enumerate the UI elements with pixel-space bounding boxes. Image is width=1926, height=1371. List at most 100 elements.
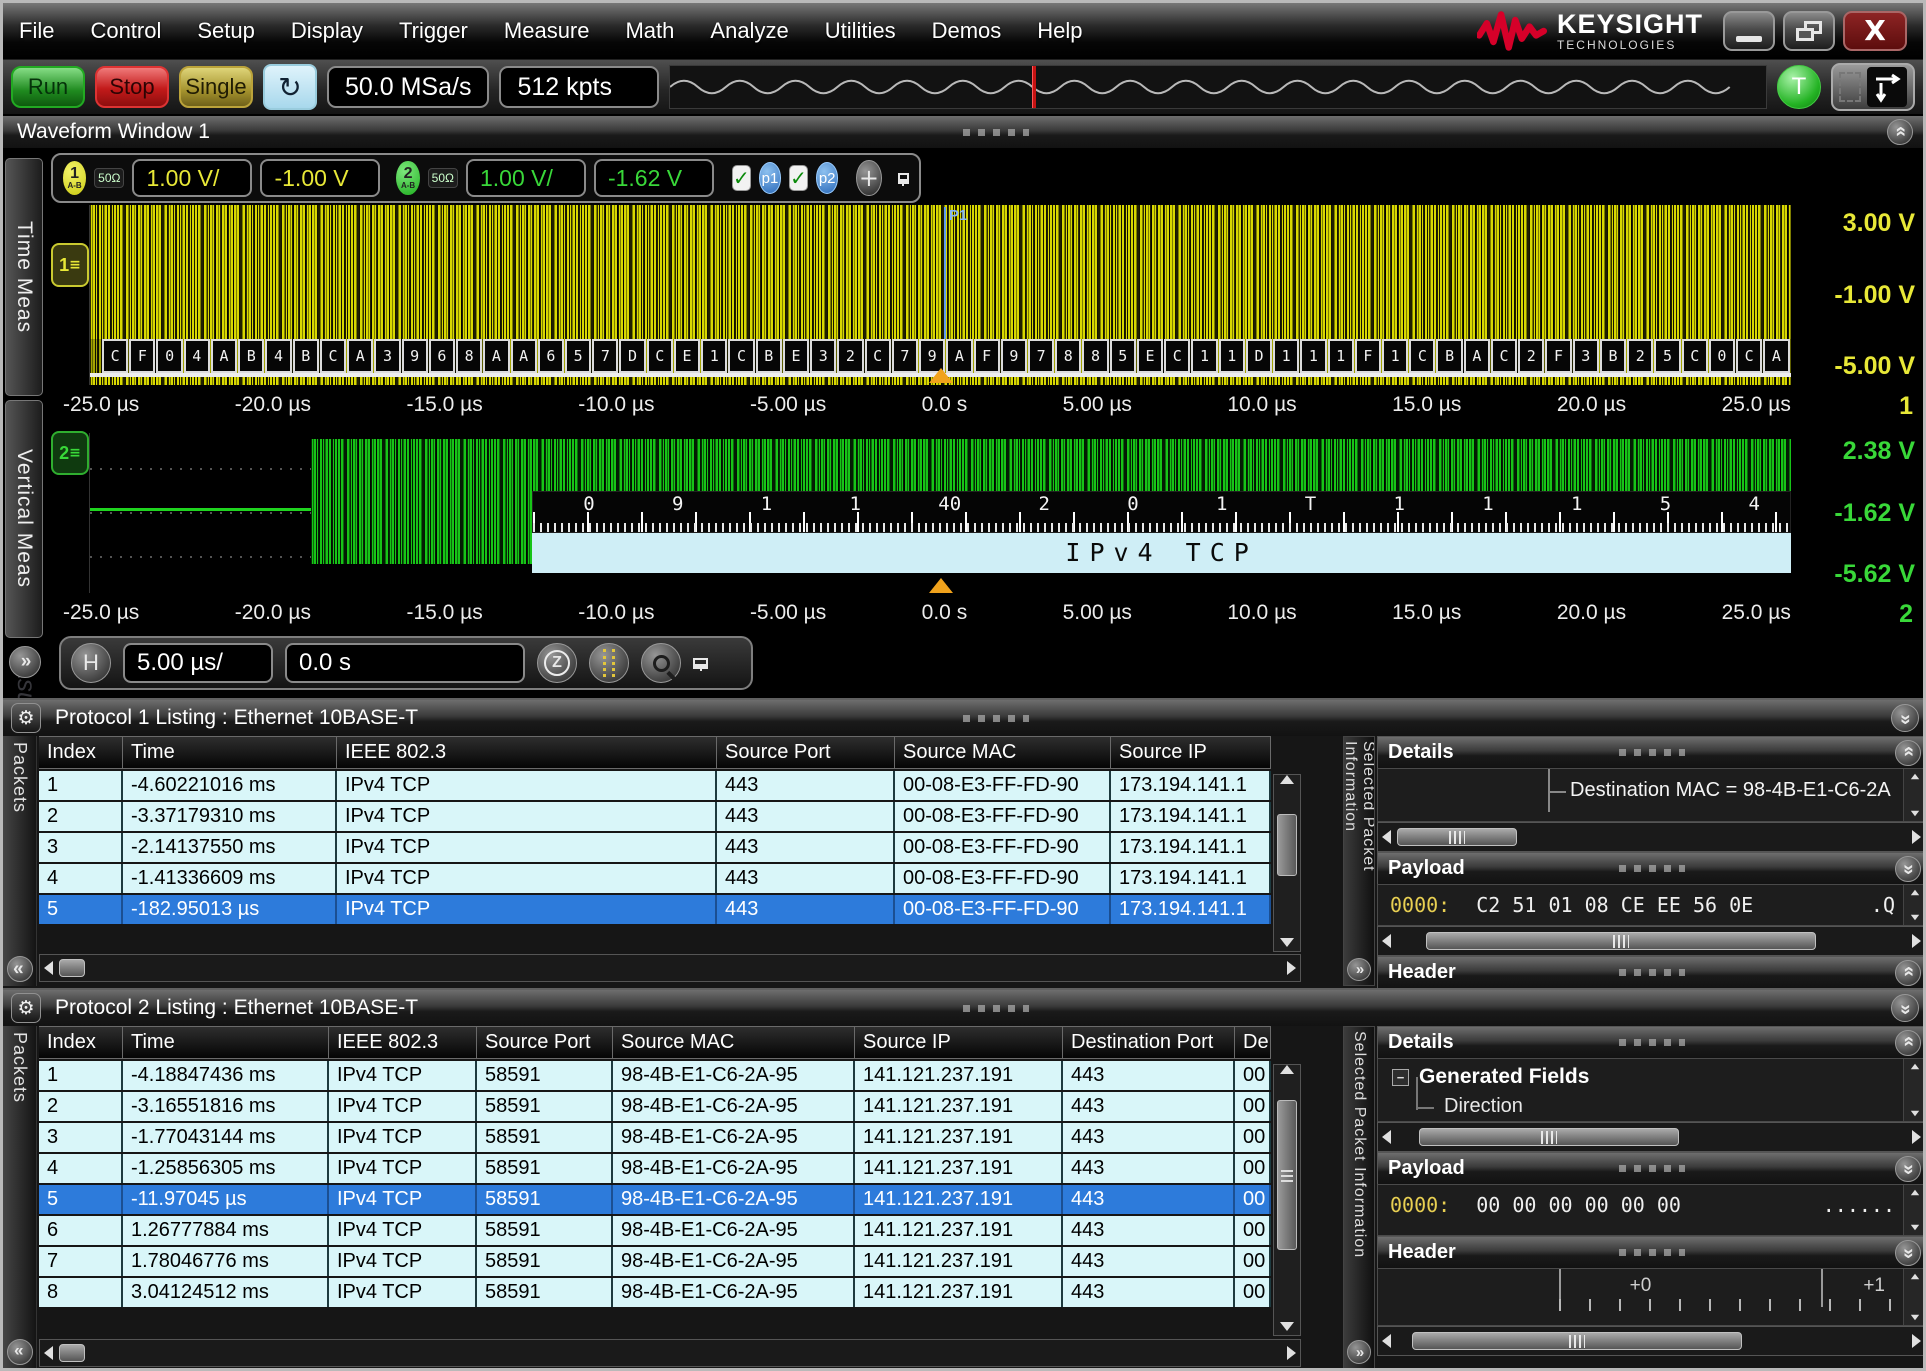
collapse-payload-button[interactable]: » (1895, 1156, 1921, 1182)
menu-item[interactable]: Measure (504, 18, 590, 44)
scroll-right-icon[interactable] (1912, 1130, 1921, 1144)
collapse-details-button[interactable]: » (1895, 1030, 1921, 1056)
probe2-checkbox[interactable]: ✓ (789, 165, 808, 191)
drag-handle-dots[interactable] (1619, 749, 1685, 756)
packet-row[interactable]: 3 -1.77043144 ms IPv4 TCP 58591 98-4B-E1… (39, 1123, 1271, 1152)
col-source-ip[interactable]: Source IP (1111, 736, 1271, 769)
packet-row[interactable]: 4 -1.25856305 ms IPv4 TCP 58591 98-4B-E1… (39, 1154, 1271, 1183)
clear-display-button[interactable]: ↻ (263, 64, 317, 110)
scroll-right-icon[interactable] (1287, 1346, 1296, 1360)
protocol2-horizontal-scrollbar[interactable] (39, 1339, 1301, 1367)
close-button[interactable]: X (1843, 11, 1907, 51)
scroll-left-icon[interactable] (44, 961, 53, 975)
payload-horizontal-scrollbar[interactable] (1377, 926, 1926, 956)
drag-handle-dots[interactable] (963, 1005, 1029, 1012)
collapse-details-button[interactable]: » (1895, 740, 1921, 766)
protocol2-vertical-scrollbar[interactable] (1273, 1064, 1301, 1336)
details-mini-scrollbar[interactable] (1903, 769, 1925, 821)
menu-item[interactable]: Math (625, 18, 674, 44)
col-source-ip[interactable]: Source IP (855, 1026, 1063, 1059)
col-index[interactable]: Index (39, 736, 123, 769)
menu-item[interactable]: File (19, 18, 54, 44)
restore-button[interactable] (1783, 11, 1835, 51)
menu-item[interactable]: Control (90, 18, 161, 44)
col-destination-port[interactable]: Destination Port (1063, 1026, 1235, 1059)
packet-row[interactable]: 2 -3.16551816 ms IPv4 TCP 58591 98-4B-E1… (39, 1092, 1271, 1121)
tree-node-generated-fields[interactable]: − Generated Fields (1392, 1065, 1899, 1089)
drag-handle-dots[interactable] (963, 129, 1029, 136)
timebase-position-field[interactable]: 0.0 s (285, 643, 525, 683)
collapse-window-button[interactable]: » (1887, 119, 1913, 145)
col-source-port[interactable]: Source Port (477, 1026, 613, 1059)
drag-handle-dots[interactable] (1619, 865, 1685, 872)
packet-row[interactable]: 1 -4.18847436 ms IPv4 TCP 58591 98-4B-E1… (39, 1061, 1271, 1090)
collapse-section-button[interactable]: » (1891, 994, 1919, 1022)
settings-button[interactable]: ⚙ (11, 703, 41, 733)
collapse-header-button[interactable]: » (1895, 960, 1921, 986)
channel1-ground-marker[interactable]: 1≡ (51, 243, 89, 287)
collapse-header-button[interactable]: » (1895, 1240, 1921, 1266)
channel2-ground-marker[interactable]: 2≡ (51, 431, 89, 475)
details-horizontal-scrollbar[interactable] (1377, 822, 1926, 852)
scroll-right-icon[interactable] (1912, 830, 1921, 844)
memory-depth-field[interactable]: 512 kpts (499, 66, 659, 108)
trigger-position-marker[interactable] (1032, 66, 1036, 108)
protocol1-vertical-scrollbar[interactable] (1273, 774, 1301, 952)
probe1-button[interactable]: p1 (759, 162, 781, 194)
col-time[interactable]: Time (123, 1026, 329, 1059)
horizontal-button[interactable]: H (71, 643, 111, 683)
pin-icon[interactable] (898, 173, 909, 184)
channel2-offset-field[interactable]: -1.62 V (594, 159, 714, 197)
timebase-scale-field[interactable]: 5.00 µs/ (123, 643, 273, 683)
scroll-right-icon[interactable] (1287, 961, 1296, 975)
scroll-down-icon[interactable] (1280, 938, 1294, 947)
scroll-left-icon[interactable] (1382, 1334, 1391, 1348)
tree-node-direction[interactable]: Direction (1444, 1095, 1899, 1118)
payload-content[interactable]: 0000: 00 00 00 00 00 00 ...... (1377, 1184, 1926, 1236)
settings-button[interactable]: ⚙ (11, 993, 41, 1023)
details-content[interactable]: − Generated Fields Direction (1377, 1058, 1926, 1122)
payload-mini-scrollbar[interactable] (1903, 1185, 1925, 1235)
col-destination-more[interactable]: De (1235, 1026, 1271, 1059)
scroll-left-icon[interactable] (1382, 934, 1391, 948)
stop-button[interactable]: Stop (95, 66, 169, 108)
sample-rate-field[interactable]: 50.0 MSa/s (327, 66, 489, 108)
header-byte-ruler[interactable]: +0 +1 (1377, 1268, 1926, 1326)
menu-item[interactable]: Demos (932, 18, 1002, 44)
expand-panel-button[interactable]: » (1347, 958, 1371, 981)
channel2-plot[interactable]: 0 9 1 1 40 2 0 1 T 1 (89, 433, 1791, 593)
packet-row[interactable]: 3 -2.14137550 ms IPv4 TCP 443 00-08-E3-F… (39, 833, 1271, 862)
menu-item[interactable]: Display (291, 18, 363, 44)
menu-item[interactable]: Help (1037, 18, 1082, 44)
protocol1-selected-packet-strip[interactable]: Selected Packet Information » (1343, 736, 1375, 986)
probe1-checkbox[interactable]: ✓ (732, 165, 751, 191)
acquisition-preview-strip[interactable] (669, 65, 1767, 109)
scroll-left-icon[interactable] (1382, 830, 1391, 844)
collapse-section-button[interactable]: » (1891, 704, 1919, 732)
search-button[interactable] (641, 643, 681, 683)
collapse-payload-button[interactable]: » (1895, 856, 1921, 882)
col-index[interactable]: Index (39, 1026, 123, 1059)
details-content[interactable]: Destination MAC = 98-4B-E1-C6-2A (1377, 768, 1926, 822)
col-source-mac[interactable]: Source MAC (613, 1026, 855, 1059)
packet-row[interactable]: 2 -3.37179310 ms IPv4 TCP 443 00-08-E3-F… (39, 802, 1271, 831)
drag-handle-dots[interactable] (1619, 969, 1685, 976)
channel1-plot[interactable]: P1 C F 0 4 A B 4 B C (89, 205, 1791, 385)
protocol2-selected-packet-strip[interactable]: Selected Packet Information » (1343, 1026, 1375, 1369)
col-ieee8023[interactable]: IEEE 802.3 (329, 1026, 477, 1059)
drag-handle-dots[interactable] (1619, 1039, 1685, 1046)
packet-row[interactable]: 6 1.26777884 ms IPv4 TCP 58591 98-4B-E1-… (39, 1216, 1271, 1245)
channel2-badge[interactable]: 2 A-B (396, 161, 419, 195)
run-button[interactable]: Run (11, 66, 85, 108)
drag-handle-dots[interactable] (1619, 1165, 1685, 1172)
cursors-button[interactable] (589, 643, 629, 683)
col-source-port[interactable]: Source Port (717, 736, 895, 769)
pin-icon[interactable] (693, 658, 708, 669)
minimize-button[interactable] (1723, 11, 1775, 51)
drag-handle-dots[interactable] (1619, 1249, 1685, 1256)
scroll-right-icon[interactable] (1912, 934, 1921, 948)
expand-panel-button[interactable]: » (1347, 1340, 1371, 1364)
zoom-mode-button[interactable]: Z (537, 643, 577, 683)
channel1-scale-field[interactable]: 1.00 V/ (132, 159, 252, 197)
channel1-badge[interactable]: 1 A-B (63, 161, 86, 195)
